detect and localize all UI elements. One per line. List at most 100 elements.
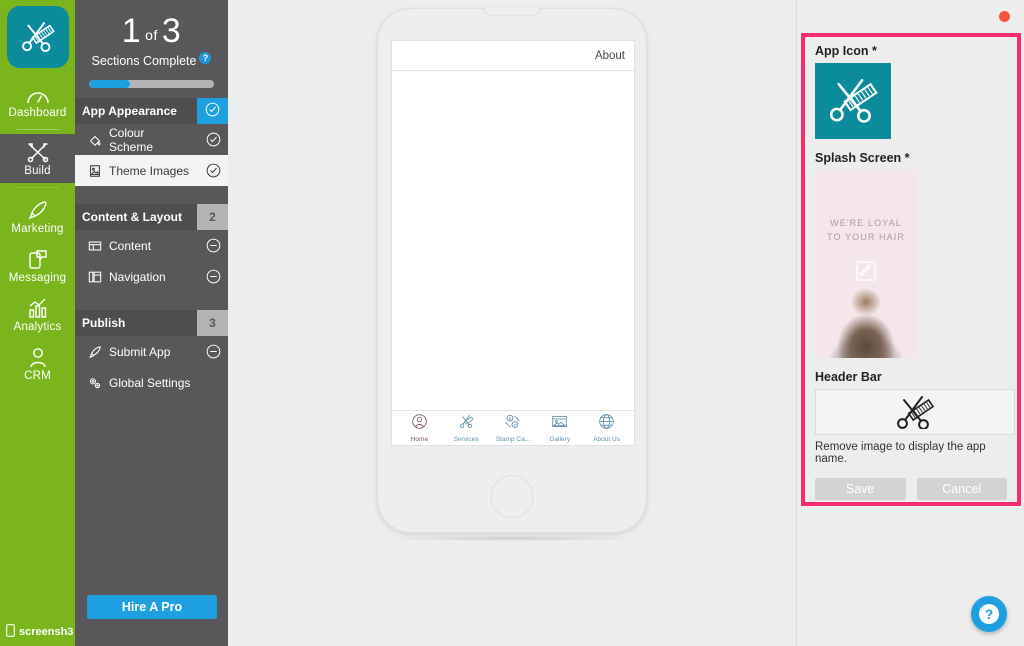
splash-screen-label: Splash Screen * — [815, 151, 910, 165]
section-number-badge: 3 — [197, 310, 228, 336]
build-sections-panel: 1 of 3 Sections Complete ? App Appearance C… — [75, 0, 228, 646]
scissors-comb-icon — [458, 413, 475, 435]
phone-home-button — [490, 475, 534, 518]
rail-divider — [16, 129, 59, 130]
sidebar-item-theme-images[interactable]: Theme Images — [75, 155, 228, 186]
bar-chart-icon — [27, 297, 49, 319]
preview-tab-label: Home — [410, 436, 429, 443]
help-button[interactable]: ? — [971, 596, 1007, 632]
minus-circle-icon — [198, 344, 228, 359]
sections-of: of — [145, 27, 158, 43]
save-button[interactable]: Save — [815, 478, 906, 500]
preview-tab-bar: Home Services $ Stamp Ca... Gallery About Us — [392, 410, 634, 445]
preview-tab-stamp-card[interactable]: $ Stamp Ca... — [491, 413, 535, 443]
layout-icon — [88, 239, 102, 253]
preview-header-title: About — [594, 49, 625, 62]
preview-tab-about-us[interactable]: About Us — [585, 413, 629, 443]
splash-tagline-line2: TO YOUR HAIR — [827, 232, 905, 242]
sections-total: 3 — [161, 12, 182, 50]
sidebar-item-label: Dashboard — [8, 106, 67, 119]
section-group-app-appearance[interactable]: App Appearance — [75, 98, 228, 124]
svg-text:$: $ — [509, 416, 512, 421]
sidebar-item-content[interactable]: Content — [75, 230, 228, 261]
section-number-badge: 2 — [197, 204, 228, 230]
chat-phone-icon — [27, 248, 49, 270]
preview-app-body — [392, 71, 634, 410]
section-group-title: Content & Layout — [82, 210, 182, 224]
section-group-title: App Appearance — [82, 104, 177, 118]
sidebar-item-global-settings[interactable]: Global Settings — [75, 367, 228, 398]
tools-icon — [26, 141, 50, 163]
preview-tab-label: Stamp Ca... — [495, 436, 531, 443]
sections-complete-label: Sections Complete — [91, 54, 197, 68]
app-root: Dashboard Build Marketing Messaging Anal… — [0, 0, 1024, 646]
stamp-card-icon: $ — [504, 413, 521, 435]
header-bar-preview[interactable] — [815, 389, 1015, 435]
progress-summary: 1 of 3 Sections Complete ? — [75, 0, 228, 98]
edit-square-icon[interactable] — [855, 260, 877, 287]
splash-screen-preview[interactable]: WE'RE LOYAL TO YOUR HAIR — [815, 170, 917, 358]
question-mark-icon: ? — [979, 604, 999, 624]
primary-nav-rail: Dashboard Build Marketing Messaging Anal… — [0, 0, 75, 646]
paint-drop-icon — [88, 133, 102, 147]
sidebar-item-dashboard[interactable]: Dashboard — [0, 76, 75, 125]
section-complete-badge — [197, 98, 228, 124]
gears-icon — [88, 376, 102, 390]
app-icon-label: App Icon * — [815, 44, 877, 58]
section-group-title: Publish — [82, 316, 126, 330]
person-circle-icon — [411, 413, 428, 435]
section-group-publish[interactable]: Publish 3 — [75, 310, 228, 336]
cancel-button[interactable]: Cancel — [916, 478, 1007, 500]
preview-tab-home[interactable]: Home — [397, 413, 441, 443]
preview-tab-gallery[interactable]: Gallery — [538, 413, 582, 443]
scissors-comb-icon — [829, 79, 878, 123]
preview-tab-label: Services — [453, 436, 479, 443]
sidebar-item-messaging[interactable]: Messaging — [0, 241, 75, 290]
section-group-content-layout[interactable]: Content & Layout 2 — [75, 204, 228, 230]
sidebar-item-label: Messaging — [8, 271, 67, 284]
progress-bar — [89, 80, 214, 88]
sidebar-item-analytics[interactable]: Analytics — [0, 290, 75, 339]
globe-icon — [598, 413, 615, 435]
section-group-list: App Appearance Colour Scheme Theme Images C… — [75, 98, 228, 398]
sections-complete-count: 1 of 3 — [87, 14, 216, 48]
preview-tab-services[interactable]: Services — [444, 413, 488, 443]
sidebar-item-label: CRM — [24, 369, 51, 382]
question-mark-icon[interactable]: ? — [199, 52, 212, 64]
svg-text:?: ? — [985, 606, 994, 622]
section-group-spacer — [75, 292, 228, 310]
preview-canvas: About Home Services $ Stamp Ca... Gallery Abo… — [228, 0, 796, 646]
sidebar-item-label: Navigation — [109, 269, 166, 284]
phone-speaker — [484, 8, 540, 16]
header-bar-label: Header Bar — [815, 370, 882, 384]
image-icon — [88, 164, 102, 178]
sidebar-item-marketing[interactable]: Marketing — [0, 192, 75, 241]
current-app-name: screensh3 — [19, 626, 74, 638]
check-circle-icon — [198, 163, 228, 178]
current-app-indicator[interactable]: screensh3 — [0, 624, 75, 640]
preview-tab-label: About Us — [593, 436, 620, 443]
sidebar-item-navigation[interactable]: Navigation — [75, 261, 228, 292]
rail-divider — [16, 187, 59, 188]
section-group-spacer — [75, 186, 228, 204]
header-bar-hint: Remove image to display the app name. — [815, 441, 986, 465]
sidebar-item-crm[interactable]: CRM — [0, 339, 75, 388]
splash-tagline: WE'RE LOYAL TO YOUR HAIR — [815, 216, 917, 244]
brand-logo[interactable] — [6, 6, 69, 68]
check-circle-icon — [205, 102, 220, 120]
splash-tagline-line1: WE'RE LOYAL — [830, 218, 902, 228]
sidebar-item-colour-scheme[interactable]: Colour Scheme — [75, 124, 228, 155]
sections-complete-label-row: Sections Complete ? — [87, 52, 216, 68]
minus-circle-icon — [198, 269, 228, 284]
phone-screen: About Home Services $ Stamp Ca... Gallery Abo… — [391, 40, 635, 446]
hire-a-pro-button[interactable]: Hire A Pro — [87, 595, 217, 619]
rail-item-list: Dashboard Build Marketing Messaging Anal… — [0, 76, 75, 388]
splash-hair-photo — [815, 278, 917, 358]
phone-shadow — [388, 536, 636, 541]
app-icon-preview[interactable] — [815, 63, 891, 139]
sidebar-item-label: Colour Scheme — [109, 125, 154, 154]
sidebar-item-submit-app[interactable]: Submit App — [75, 336, 228, 367]
sidebar-item-label: Content — [109, 238, 152, 253]
sidebar-item-build[interactable]: Build — [0, 134, 75, 183]
sections-current: 1 — [121, 12, 142, 50]
